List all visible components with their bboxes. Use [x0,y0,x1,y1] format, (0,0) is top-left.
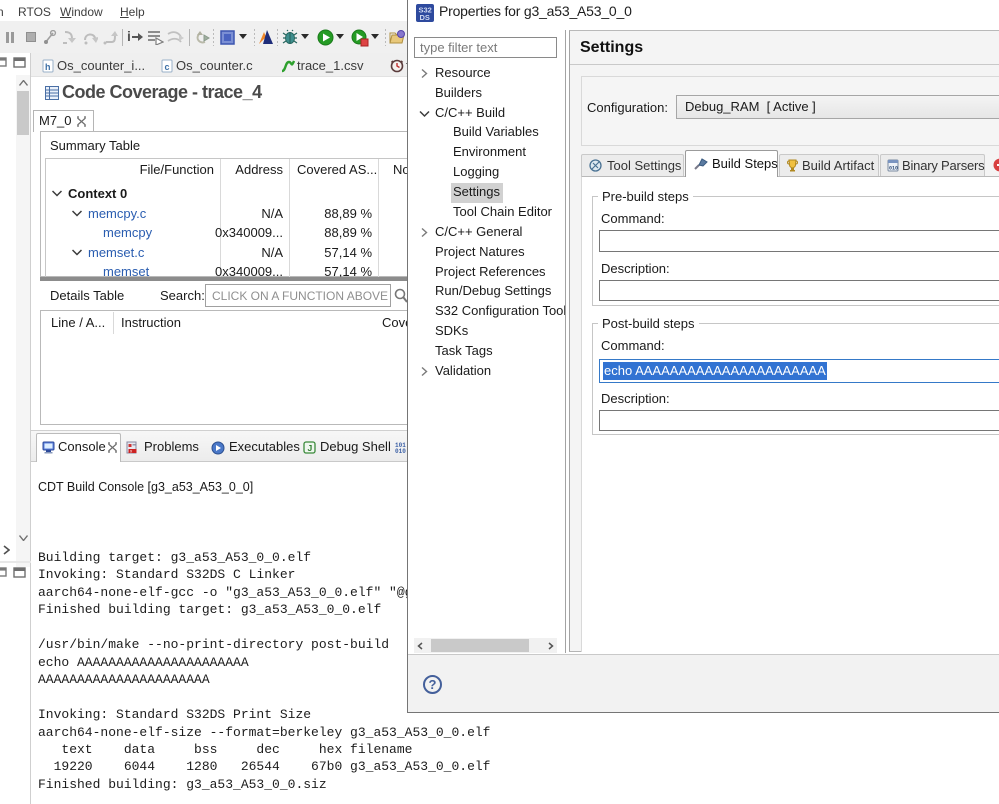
svg-text:010: 010 [889,166,898,172]
svg-text:DS: DS [420,13,430,22]
svg-text:h: h [45,62,51,72]
svg-text:c: c [165,62,170,72]
svg-text:J: J [308,443,313,453]
svg-text:010: 010 [395,448,406,454]
